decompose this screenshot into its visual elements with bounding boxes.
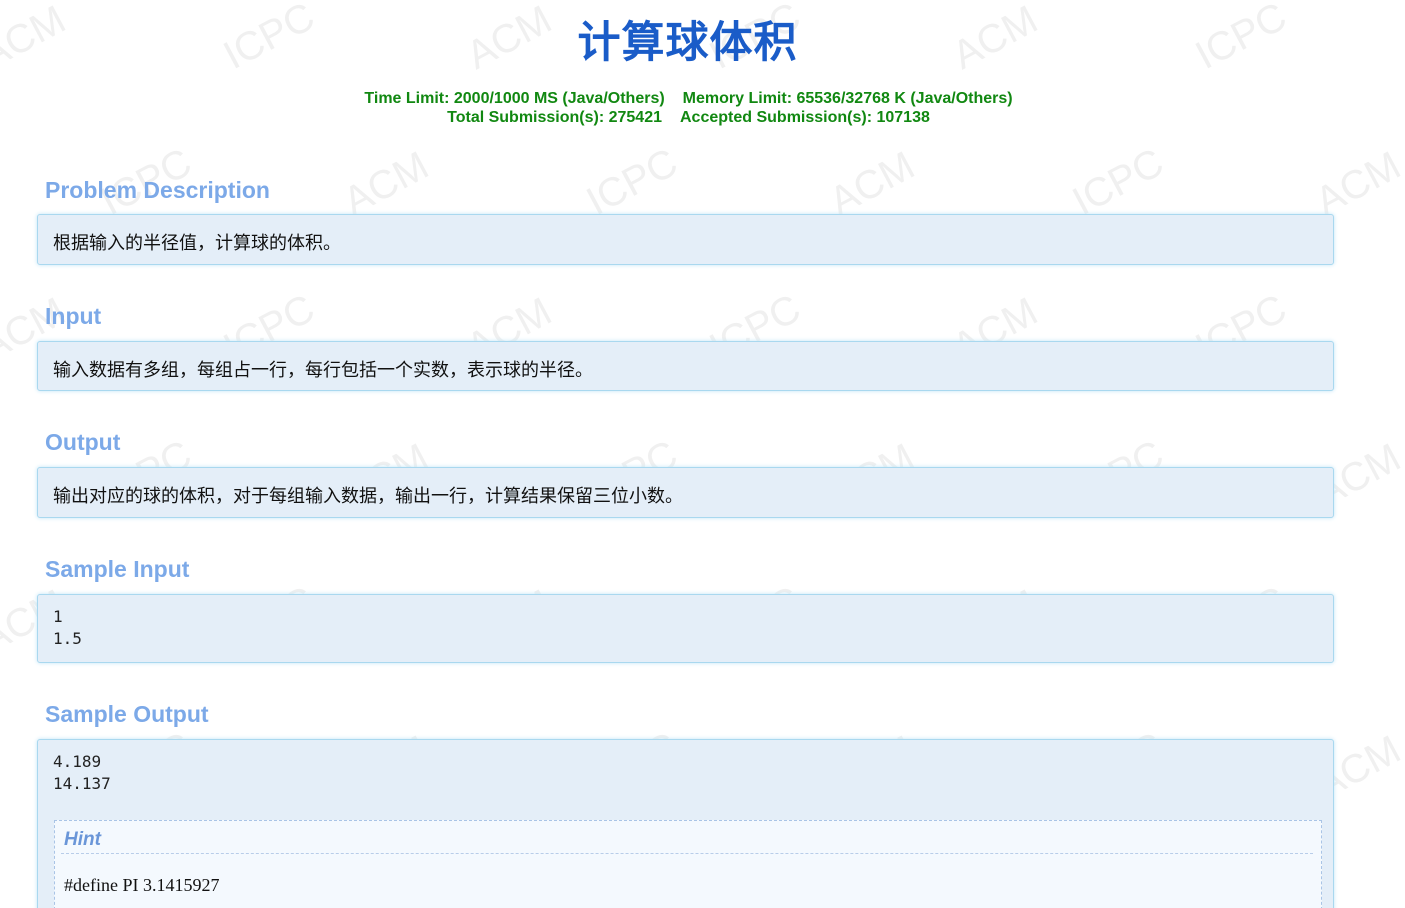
watermark-word: ICPC — [580, 140, 685, 224]
problem-title: 计算球体积 — [577, 18, 798, 68]
panel-output: 输出对应的球的体积，对于每组输入数据，输出一行，计算结果保留三位小数。 — [37, 467, 1334, 518]
hint-divider — [61, 853, 1313, 854]
section-heading-sample-input: Sample Input — [45, 556, 190, 582]
hint-heading: Hint — [64, 829, 101, 850]
panel-description: 根据输入的半径值，计算球的体积。 — [37, 214, 1334, 265]
section-heading-sample-output: Sample Output — [45, 701, 209, 727]
description-text: 根据输入的半径值，计算球的体积。 — [53, 233, 341, 254]
section-heading-output: Output — [45, 429, 121, 455]
panel-input: 输入数据有多组，每组占一行，每行包括一个实数，表示球的半径。 — [37, 341, 1334, 391]
input-text: 输入数据有多组，每组占一行，每行包括一个实数，表示球的半径。 — [53, 360, 593, 381]
total-submissions: Total Submission(s): 275421 — [447, 109, 662, 126]
time-limit: Time Limit: 2000/1000 MS (Java/Others) — [364, 90, 665, 107]
watermark-word: ACM — [1309, 143, 1405, 224]
panel-sample-input: 1 1.5 — [37, 594, 1334, 663]
watermark-word: ICPC — [1066, 140, 1171, 224]
accepted-submissions: Accepted Submission(s): 107138 — [680, 109, 930, 126]
watermark-word: ACM — [823, 143, 922, 224]
limits-row-2: Total Submission(s): 275421 Accepted Subm… — [0, 108, 1377, 127]
hint-text: #define PI 3.1415927 — [64, 875, 220, 895]
output-text: 输出对应的球的体积，对于每组输入数据，输出一行，计算结果保留三位小数。 — [53, 486, 683, 507]
sample-output-text[interactable]: 4.189 14.137 — [53, 751, 111, 795]
panel-sample-output: 4.189 14.137 Hint #define PI 3.1415927 — [37, 739, 1334, 908]
section-heading-description: Problem Description — [45, 177, 270, 203]
sample-input-text[interactable]: 1 1.5 — [53, 606, 82, 650]
problem-limits: Time Limit: 2000/1000 MS (Java/Others) Me… — [0, 89, 1377, 127]
memory-limit: Memory Limit: 65536/32768 K (Java/Others… — [682, 90, 1013, 107]
limits-row-1: Time Limit: 2000/1000 MS (Java/Others) Me… — [0, 89, 1377, 108]
section-heading-input: Input — [45, 303, 102, 329]
watermark-word: ACM — [337, 143, 436, 224]
hint-box: Hint #define PI 3.1415927 — [54, 820, 1322, 908]
